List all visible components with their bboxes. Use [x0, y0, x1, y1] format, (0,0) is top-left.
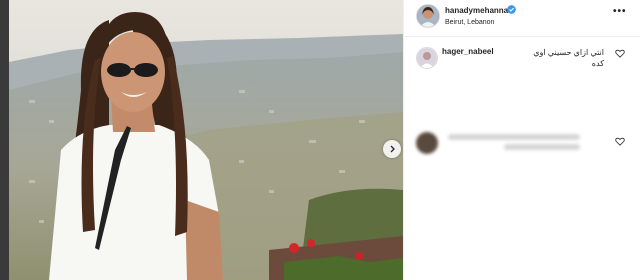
author-avatar[interactable] — [416, 4, 440, 28]
more-icon[interactable]: ••• — [613, 6, 627, 17]
commenter-avatar[interactable] — [416, 47, 438, 69]
blurred-text-line — [448, 134, 580, 140]
commenter-username[interactable]: hager_nabeel — [442, 47, 494, 56]
post-side-panel: hanadymehanna Beirut, Lebanon ••• hager_… — [403, 0, 640, 280]
heart-icon[interactable] — [615, 49, 625, 58]
post-header: hanadymehanna Beirut, Lebanon ••• — [404, 0, 640, 37]
blurred-text-line — [504, 144, 580, 150]
chevron-right-icon — [390, 145, 395, 153]
commenter-avatar-image — [417, 48, 437, 68]
comment-text: انتي ازاي حسيني اوي كده — [533, 48, 604, 68]
author-avatar-image — [417, 5, 439, 27]
next-photo-button[interactable] — [383, 140, 401, 158]
verified-badge-icon — [507, 5, 516, 14]
post-photo[interactable] — [9, 0, 403, 280]
author-username[interactable]: hanadymehanna — [445, 6, 508, 15]
heart-icon[interactable] — [615, 137, 625, 146]
photo-scene — [9, 0, 403, 280]
post-location[interactable]: Beirut, Lebanon — [445, 19, 494, 26]
blurred-avatar — [416, 132, 438, 154]
left-frame — [0, 0, 9, 280]
